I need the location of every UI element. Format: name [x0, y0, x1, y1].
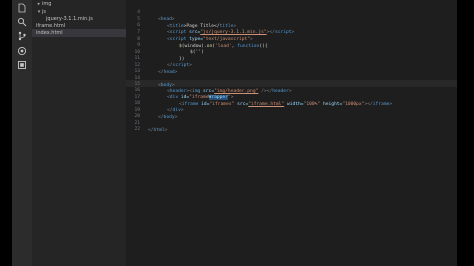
- code-text: </script>: [167, 63, 192, 68]
- code-line: 11 </script>: [126, 48, 191, 68]
- code-line: 9 $(''): [126, 35, 204, 55]
- code-text: <div id="iframeWrapper">: [167, 95, 234, 100]
- text-selection: Wrapper: [208, 95, 228, 100]
- code-text: <script type="text/javascript">: [167, 37, 253, 42]
- code-line: 22: [126, 119, 143, 132]
- code-text: <head>: [158, 17, 175, 22]
- sidebar-item-index-html[interactable]: index.html: [32, 29, 126, 37]
- code-editor[interactable]: 4 <head> 5 <title>Page Title</title> 6 <…: [126, 0, 457, 266]
- code-line: 4 <head>: [126, 2, 174, 22]
- files-icon[interactable]: [17, 3, 27, 13]
- git-icon[interactable]: [17, 31, 27, 41]
- code-text: </html>: [148, 128, 168, 133]
- sidebar-item-img[interactable]: ▸ img: [32, 0, 126, 8]
- extensions-icon[interactable]: [17, 60, 27, 70]
- sidebar-item-label: img: [42, 1, 52, 7]
- code-text: </head>: [158, 70, 178, 75]
- code-line: 16 <div id="iframeWrapper">: [126, 80, 233, 100]
- code-text: <iframe id="iframes" src="iframe.html" w…: [179, 102, 393, 107]
- code-line: 18 </div>: [126, 93, 183, 113]
- code-text: </div>: [167, 108, 184, 113]
- code-text: </body>: [158, 115, 178, 120]
- activity-bar: [12, 0, 32, 266]
- code-line: 7 <script type="text/javascript">: [126, 22, 253, 42]
- debug-icon[interactable]: [17, 46, 27, 56]
- explorer-sidebar: ▸ img ▾ js jquery-3.1.1.min.js iframe.html…: [32, 0, 126, 266]
- sidebar-item-label: index.html: [36, 30, 63, 36]
- code-text: $(''): [190, 50, 204, 55]
- code-line: 13: [126, 61, 143, 74]
- current-line-highlight: [126, 80, 457, 87]
- code-line: 20: [126, 106, 143, 119]
- search-icon[interactable]: [17, 17, 27, 27]
- editor-window: ▸ img ▾ js jquery-3.1.1.min.js iframe.html…: [12, 0, 457, 266]
- code-line: 6 <script src="js/jquery-3.1.1.min.js"><…: [126, 15, 294, 35]
- code-text: <script src="js/jquery-3.1.1.min.js"></s…: [167, 30, 295, 35]
- line-number: 22: [134, 127, 140, 132]
